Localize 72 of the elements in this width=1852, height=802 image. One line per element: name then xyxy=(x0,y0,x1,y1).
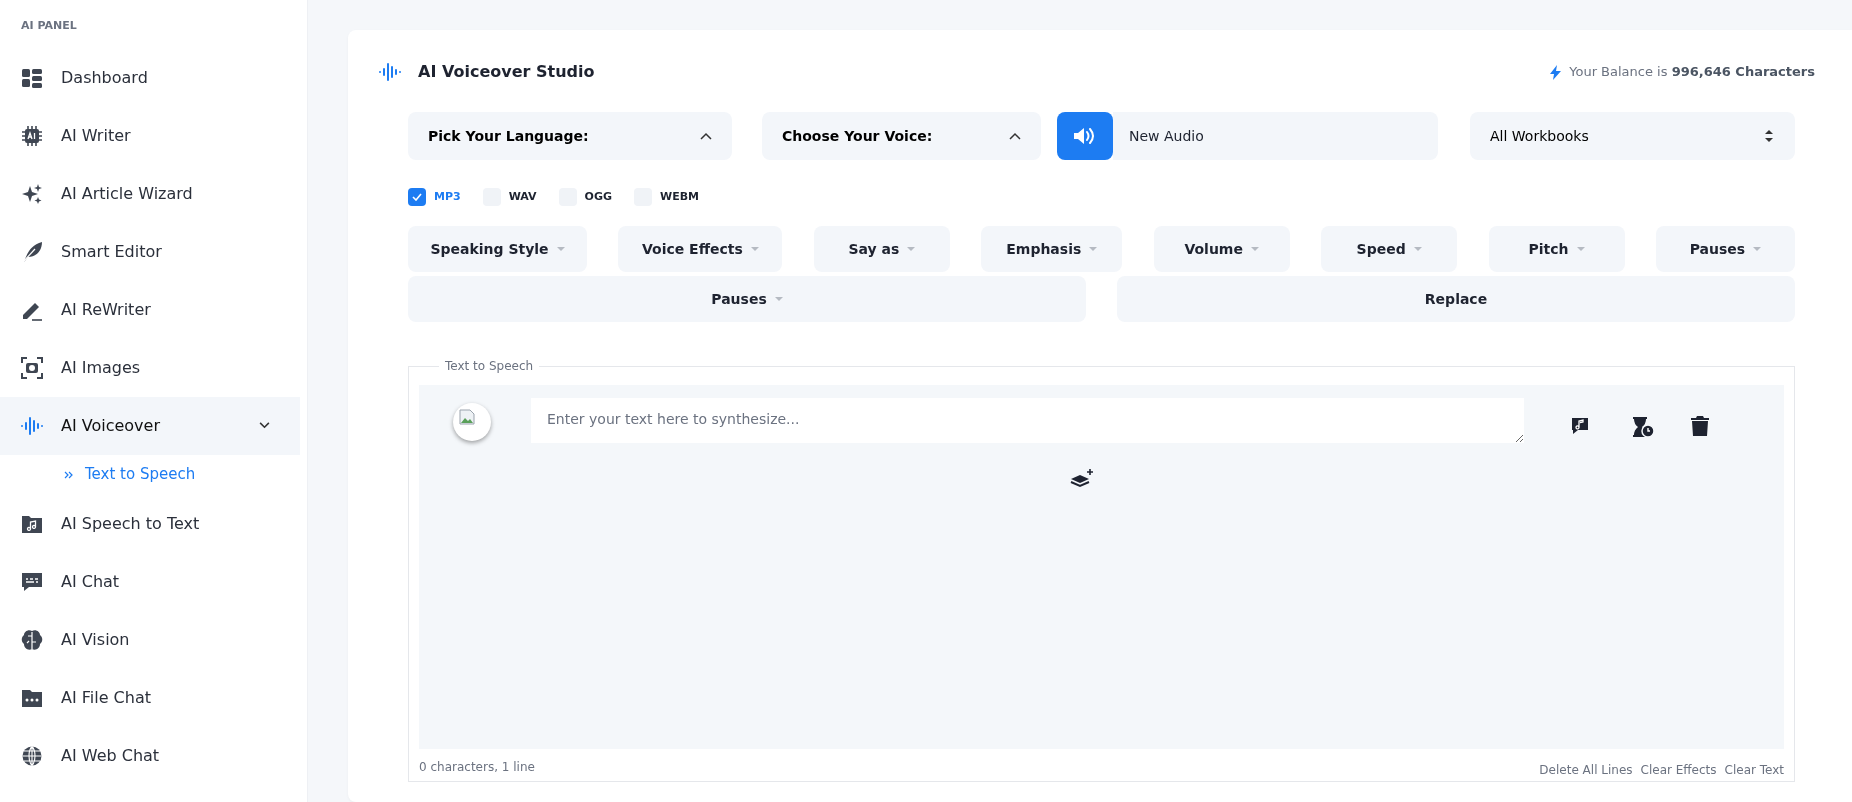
double-chevron-icon xyxy=(64,470,73,479)
sidebar-subitem[interactable]: Text to Speech xyxy=(0,454,202,495)
sidebar-item[interactable]: AI Voiceover xyxy=(0,396,300,455)
effect-dropdown[interactable]: Pauses xyxy=(1655,226,1795,272)
caret-icon xyxy=(1250,247,1259,251)
effect-dropdown[interactable]: Pauses xyxy=(408,276,1086,322)
sort-arrows-icon xyxy=(1763,129,1775,143)
effect-button[interactable]: Replace xyxy=(1117,276,1795,322)
waveform-icon xyxy=(378,61,402,83)
waveform-icon xyxy=(21,414,43,437)
sparkles-icon xyxy=(21,182,43,205)
voice-select[interactable]: Choose Your Voice: xyxy=(762,112,1041,160)
format-checkbox[interactable] xyxy=(408,188,426,206)
chevron-icon xyxy=(700,132,712,140)
effect-dropdown[interactable]: Speaking Style xyxy=(408,226,587,272)
format-label: WAV xyxy=(508,188,537,205)
dashboard-icon xyxy=(21,66,43,89)
effect-dropdown[interactable]: Speed xyxy=(1321,226,1458,272)
audio-name-field[interactable]: New Audio xyxy=(1113,112,1438,160)
effect-dropdown[interactable]: Volume xyxy=(1153,226,1290,272)
trash-icon[interactable] xyxy=(1691,416,1709,438)
chip-icon xyxy=(21,124,43,147)
action-link[interactable]: Clear Effects xyxy=(1640,761,1717,779)
studio-title: AI Voiceover Studio xyxy=(418,61,595,83)
sidebar-item[interactable]: AI Article Wizard xyxy=(0,164,300,223)
action-link[interactable]: Clear Text xyxy=(1724,761,1784,779)
caret-icon xyxy=(1413,247,1422,251)
caret-icon xyxy=(1089,247,1098,251)
chat-icon xyxy=(21,570,43,593)
caret-icon xyxy=(1753,247,1762,251)
hourglass-clock-icon[interactable] xyxy=(1631,416,1655,438)
sidebar-item[interactable]: AI Web Chat xyxy=(0,726,300,785)
sidebar-item[interactable]: AI File Chat xyxy=(0,668,300,727)
caret-icon xyxy=(1576,247,1585,251)
format-label: OGG xyxy=(584,188,612,205)
character-count: 0 characters, 1 line xyxy=(419,759,535,776)
sidebar-item[interactable]: AI Speech to Text xyxy=(0,494,300,553)
format-label: MP3 xyxy=(434,188,461,205)
balance-text: Your Balance is 996,646 Characters xyxy=(1569,63,1815,82)
action-link[interactable]: Delete All Lines xyxy=(1539,761,1633,779)
effect-dropdown[interactable]: Pitch xyxy=(1488,226,1625,272)
chevron-icon xyxy=(1009,132,1021,140)
sidebar-item[interactable]: Dashboard xyxy=(0,48,300,107)
sidebar-item[interactable]: AI Images xyxy=(0,338,300,397)
sidebar-item[interactable]: AI Writer xyxy=(0,106,300,165)
sidebar-item[interactable]: Smart Editor xyxy=(0,222,300,281)
format-label: WEBM xyxy=(660,188,699,205)
camera-frame-icon xyxy=(21,356,43,379)
workbook-select[interactable]: All Workbooks xyxy=(1470,112,1795,160)
speaker-icon xyxy=(1073,126,1097,146)
globe-icon xyxy=(21,744,43,767)
speaker-button[interactable] xyxy=(1057,112,1113,160)
chevron-icon xyxy=(259,422,270,429)
sidebar-heading: AI PANEL xyxy=(20,18,78,34)
sidebar-item[interactable]: AI Vision xyxy=(0,610,300,669)
brain-icon xyxy=(21,628,43,651)
layers-plus-icon[interactable] xyxy=(1069,469,1094,489)
effect-dropdown[interactable]: Voice Effects xyxy=(618,226,783,272)
caret-icon xyxy=(774,297,783,301)
caret-icon xyxy=(556,247,565,251)
text-input-field[interactable]: Enter your text here to synthesize... xyxy=(531,398,1524,443)
broken-image-icon xyxy=(459,409,475,425)
feather-icon xyxy=(21,240,43,263)
effect-dropdown[interactable]: Say as xyxy=(813,226,950,272)
check-icon xyxy=(412,193,422,201)
caret-icon xyxy=(750,247,759,251)
effect-dropdown[interactable]: Emphasis xyxy=(981,226,1123,272)
language-select[interactable]: Pick Your Language: xyxy=(408,112,732,160)
caret-icon xyxy=(907,247,916,251)
sidebar-item[interactable]: AI ReWriter xyxy=(0,280,300,339)
sidebar-item[interactable]: AI Chat xyxy=(0,552,300,611)
bolt-icon xyxy=(1550,64,1562,80)
